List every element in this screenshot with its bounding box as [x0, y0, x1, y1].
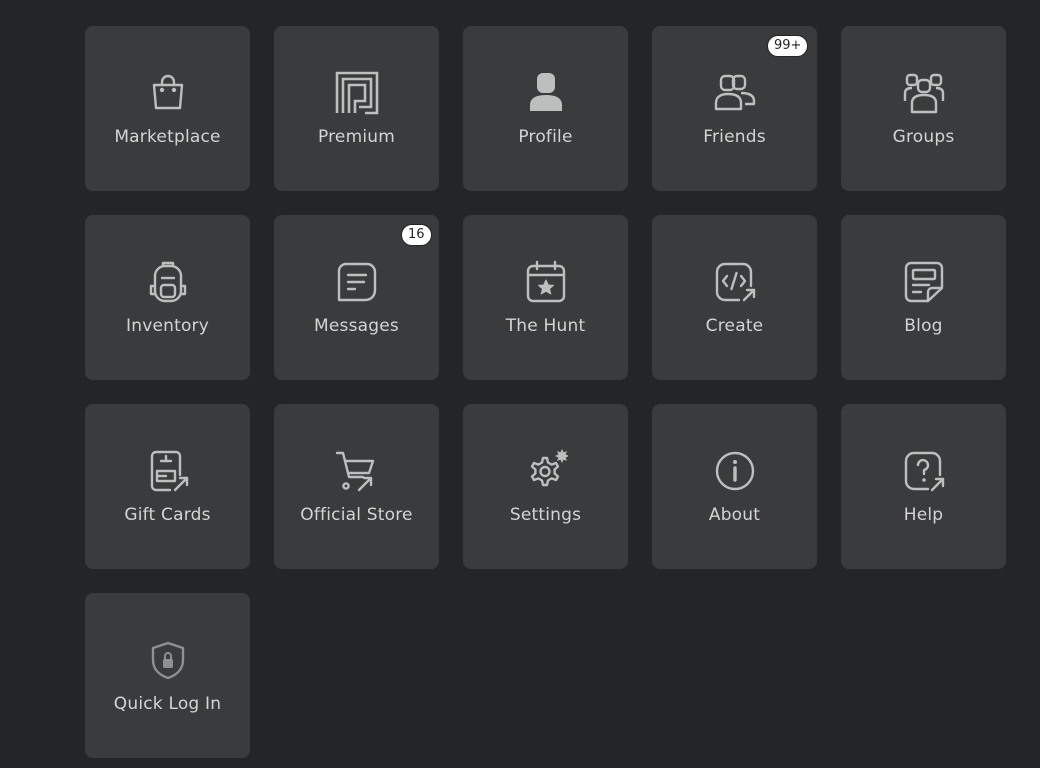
code-link-icon: [713, 260, 757, 304]
tile-groups[interactable]: Groups: [841, 26, 1006, 191]
tile-label: Help: [903, 505, 944, 525]
tile-profile[interactable]: Profile: [463, 26, 628, 191]
tile-settings[interactable]: Settings: [463, 404, 628, 569]
tile-label: The Hunt: [505, 316, 586, 336]
tile-label: Gift Cards: [124, 505, 211, 525]
profile-icon: [524, 71, 568, 115]
tile-label: Blog: [904, 316, 943, 336]
message-icon: [335, 260, 379, 304]
tile-about[interactable]: About: [652, 404, 817, 569]
tile-label: About: [708, 505, 761, 525]
tile-official-store[interactable]: Official Store: [274, 404, 439, 569]
tile-friends[interactable]: Friends 99+: [652, 26, 817, 191]
info-icon: [713, 449, 757, 493]
tile-inventory[interactable]: Inventory: [85, 215, 250, 380]
shield-lock-icon: [146, 638, 190, 682]
tile-label: Friends: [703, 127, 766, 147]
tile-help[interactable]: Help: [841, 404, 1006, 569]
more-menu-grid: Marketplace Premium Profile Friends 99+ …: [85, 26, 1006, 758]
notification-badge: 99+: [767, 35, 809, 57]
help-link-icon: [902, 449, 946, 493]
friends-icon: [713, 71, 757, 115]
premium-icon: [335, 71, 379, 115]
tile-label: Settings: [509, 505, 582, 525]
tile-messages[interactable]: Messages 16: [274, 215, 439, 380]
gear-icon: [524, 449, 568, 493]
tile-gift-cards[interactable]: Gift Cards: [85, 404, 250, 569]
tile-premium[interactable]: Premium: [274, 26, 439, 191]
tile-label: Profile: [518, 127, 573, 147]
tile-label: Premium: [317, 127, 396, 147]
tile-blog[interactable]: Blog: [841, 215, 1006, 380]
tile-marketplace[interactable]: Marketplace: [85, 26, 250, 191]
tile-create[interactable]: Create: [652, 215, 817, 380]
shopping-bag-icon: [146, 71, 190, 115]
groups-icon: [902, 71, 946, 115]
tile-label: Marketplace: [114, 127, 221, 147]
backpack-icon: [146, 260, 190, 304]
tile-label: Groups: [892, 127, 955, 147]
tile-label: Messages: [314, 316, 399, 336]
tile-quick-log-in[interactable]: Quick Log In: [85, 593, 250, 758]
tile-label: Create: [705, 316, 764, 336]
calendar-star-icon: [524, 260, 568, 304]
tile-label: Inventory: [126, 316, 209, 336]
tile-the-hunt[interactable]: The Hunt: [463, 215, 628, 380]
notification-badge: 16: [401, 224, 432, 246]
cart-link-icon: [335, 449, 379, 493]
tile-label: Quick Log In: [113, 694, 222, 714]
tile-label: Official Store: [300, 505, 413, 525]
blog-icon: [902, 260, 946, 304]
gift-card-icon: [146, 449, 190, 493]
